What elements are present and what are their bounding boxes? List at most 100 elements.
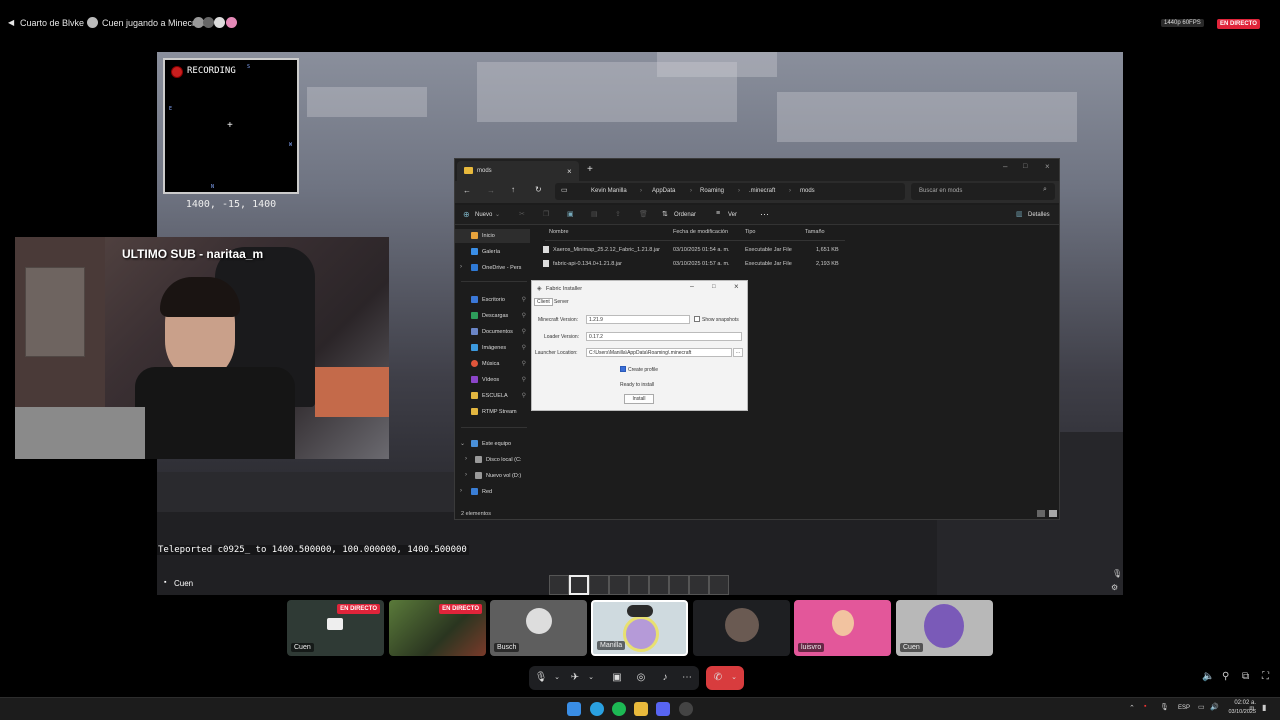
column-header-name[interactable]: Nombre [549, 229, 569, 235]
new-tab-icon[interactable]: + [587, 164, 593, 175]
participant-tile[interactable]: Busch [490, 600, 587, 656]
camera-off-button[interactable]: ✈ [567, 670, 583, 686]
edge-icon[interactable] [590, 702, 604, 716]
sidebar-item-este-equipo[interactable]: ⌄ Este equipo [455, 437, 530, 451]
more-icon[interactable]: ⋯ [760, 209, 769, 220]
chevron-right-icon[interactable]: › [465, 456, 467, 462]
tab-server[interactable]: Server [554, 299, 569, 305]
install-button[interactable]: Install [624, 394, 654, 404]
participant-tile[interactable]: Manilla [591, 600, 688, 656]
create-profile-checkbox[interactable] [620, 366, 626, 372]
breadcrumb-item[interactable]: .minecraft [749, 188, 775, 194]
sidebar-item-musica[interactable]: Música ⚲ [455, 357, 530, 371]
breadcrumb-item[interactable]: AppData [652, 188, 675, 194]
paste-icon[interactable]: ▣ [567, 210, 574, 218]
chevron-down-icon[interactable]: ⌄ [460, 440, 465, 447]
microphone-button[interactable]: 🎙 [533, 670, 549, 686]
sidebar-item-galeria[interactable]: Galería [455, 245, 530, 259]
hotbar-slot[interactable] [689, 575, 709, 595]
participant-tile[interactable] [693, 600, 790, 656]
tiles-view-icon[interactable] [1049, 510, 1057, 517]
participant-tile[interactable]: EN DIRECTO [389, 600, 486, 656]
new-button[interactable]: Nuevo [475, 212, 492, 218]
pin-icon[interactable]: ⚲ [1222, 671, 1229, 682]
hotbar-slot[interactable] [709, 575, 729, 595]
column-header-type[interactable]: Tipo [745, 229, 756, 235]
details-view-icon[interactable] [1037, 510, 1045, 517]
popout-icon[interactable]: ⧉ [1242, 671, 1249, 682]
tray-mic-icon[interactable]: 🎙 [1160, 703, 1169, 711]
hotbar-slot[interactable] [669, 575, 689, 595]
sidebar-item-escritorio[interactable]: Escritorio ⚲ [455, 293, 530, 307]
hotbar-slot-selected[interactable] [569, 575, 589, 595]
rename-icon[interactable]: ▤ [591, 210, 598, 218]
file-row[interactable]: fabric-api-0.134.0+1.21.8.jar 03/10/2025… [541, 257, 841, 270]
soundboard-button[interactable]: ♪ [657, 670, 673, 686]
obs-icon[interactable] [679, 702, 693, 716]
up-icon[interactable]: ↑ [511, 185, 515, 194]
tray-app-icon[interactable]: ▪ [1144, 703, 1146, 710]
refresh-icon[interactable]: ↻ [535, 185, 542, 194]
participant-avatar[interactable] [214, 17, 225, 28]
close-tab-icon[interactable]: × [567, 167, 572, 176]
participant-tile[interactable]: Cuen [896, 600, 993, 656]
details-button[interactable]: Detalles [1028, 212, 1050, 218]
spotify-icon[interactable] [612, 702, 626, 716]
chevron-down-icon[interactable]: ⌄ [726, 670, 742, 686]
address-bar[interactable]: ▭ Kevin Manilla › AppData › Roaming › .m… [555, 183, 905, 200]
sort-button[interactable]: Ordenar [674, 212, 696, 218]
language-indicator[interactable]: ESP [1178, 705, 1190, 711]
chevron-right-icon[interactable]: › [460, 264, 462, 270]
more-options-button[interactable]: ⋯ [679, 670, 695, 686]
sidebar-item-documentos[interactable]: Documentos ⚲ [455, 325, 530, 339]
breadcrumb-item[interactable]: mods [800, 188, 815, 194]
sidebar-item-red[interactable]: › Red [455, 485, 530, 499]
column-header-date[interactable]: Fecha de modificación [673, 229, 728, 235]
participant-tile[interactable]: EN DIRECTO Cuen [287, 600, 384, 656]
minimize-icon[interactable]: – [1003, 162, 1007, 171]
volume-icon[interactable]: 🔈 [1202, 671, 1214, 682]
speaker-icon[interactable]: 🔊 [1210, 703, 1219, 711]
screen-share-button[interactable]: ▣ [609, 670, 625, 686]
voice-controls-icon[interactable] [627, 605, 653, 617]
search-box[interactable]: Buscar en mods ⌕ [911, 183, 1055, 200]
loader-version-select[interactable]: 0.17.2 [586, 332, 742, 341]
discord-icon[interactable] [656, 702, 670, 716]
tray-chevron-icon[interactable]: ⌃ [1129, 704, 1135, 712]
sidebar-item-videos[interactable]: Vídeos ⚲ [455, 373, 530, 387]
back-icon[interactable]: ← [463, 186, 471, 195]
sidebar-item-rtmp[interactable]: RTMP Stream [455, 405, 530, 419]
fullscreen-icon[interactable]: ⛶ [1262, 671, 1269, 682]
close-window-icon[interactable]: × [734, 282, 739, 291]
sidebar-item-onedrive[interactable]: › OneDrive - Pers [455, 261, 530, 275]
delete-icon[interactable]: 🗑 [639, 210, 648, 218]
copy-icon[interactable]: ❐ [543, 210, 549, 218]
activity-button[interactable]: ◎ [633, 670, 649, 686]
participant-avatar[interactable] [226, 17, 237, 28]
hotbar-slot[interactable] [589, 575, 609, 595]
close-window-icon[interactable]: × [1045, 162, 1050, 171]
sidebar-item-disco-d[interactable]: › Nuevo vol (D:) [455, 469, 530, 483]
disconnect-button[interactable]: ✆ ⌄ [706, 666, 744, 690]
participant-avatar[interactable] [203, 17, 214, 28]
sidebar-item-inicio[interactable]: Inicio [455, 229, 530, 243]
windows-start-icon[interactable] [567, 702, 581, 716]
network-icon[interactable]: ▭ [1198, 703, 1205, 711]
tab-mods[interactable]: mods × [457, 161, 579, 181]
maximize-icon[interactable]: □ [1023, 163, 1027, 170]
view-button[interactable]: Ver [728, 212, 737, 218]
settings-icon[interactable]: ⚙ [1111, 583, 1118, 592]
hotbar-slot[interactable] [629, 575, 649, 595]
share-icon[interactable]: ⇪ [615, 210, 621, 218]
tab-client[interactable]: Client [534, 298, 553, 306]
hotbar-slot[interactable] [549, 575, 569, 595]
minimize-icon[interactable]: – [690, 283, 694, 290]
chevron-right-icon[interactable]: › [460, 488, 462, 494]
maximize-icon[interactable]: □ [712, 284, 716, 290]
launcher-location-input[interactable]: C:\Users\Manilla\AppData\Roaming\.minecr… [586, 348, 732, 357]
chevron-right-icon[interactable]: › [465, 472, 467, 478]
hotbar-slot[interactable] [649, 575, 669, 595]
hotbar-slot[interactable] [609, 575, 629, 595]
breadcrumb-item[interactable]: Kevin Manilla [591, 188, 627, 194]
fabric-installer-window[interactable]: ◈ Fabric Installer – □ × Client Server M… [531, 280, 748, 411]
